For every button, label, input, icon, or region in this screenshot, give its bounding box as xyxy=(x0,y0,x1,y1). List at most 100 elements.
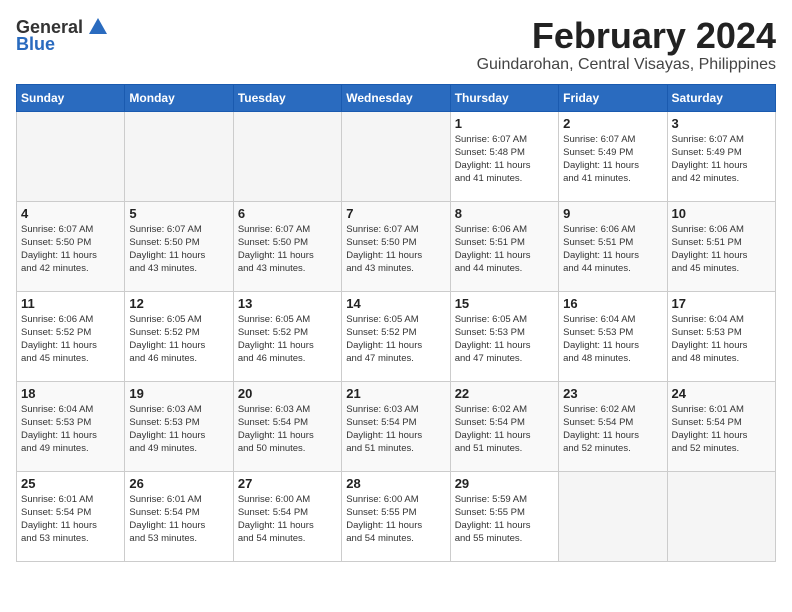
calendar-cell: 13 Sunrise: 6:05 AM Sunset: 5:52 PM Dayli… xyxy=(233,291,341,381)
page-header: General Blue February 2024 Guindarohan, … xyxy=(16,16,776,74)
week-row-2: 11 Sunrise: 6:06 AM Sunset: 5:52 PM Dayli… xyxy=(17,291,776,381)
calendar-cell: 21 Sunrise: 6:03 AM Sunset: 5:54 PM Dayli… xyxy=(342,381,450,471)
week-row-3: 18 Sunrise: 6:04 AM Sunset: 5:53 PM Dayli… xyxy=(17,381,776,471)
day-info: Sunrise: 6:06 AM Sunset: 5:51 PM Dayligh… xyxy=(455,223,554,276)
day-info: Sunrise: 6:00 AM Sunset: 5:54 PM Dayligh… xyxy=(238,493,337,546)
calendar-cell: 24 Sunrise: 6:01 AM Sunset: 5:54 PM Dayli… xyxy=(667,381,775,471)
day-info: Sunrise: 6:05 AM Sunset: 5:52 PM Dayligh… xyxy=(129,313,228,366)
calendar-cell: 25 Sunrise: 6:01 AM Sunset: 5:54 PM Dayli… xyxy=(17,471,125,561)
calendar-cell: 29 Sunrise: 5:59 AM Sunset: 5:55 PM Dayli… xyxy=(450,471,558,561)
day-number: 18 xyxy=(21,386,120,401)
day-info: Sunrise: 5:59 AM Sunset: 5:55 PM Dayligh… xyxy=(455,493,554,546)
day-number: 5 xyxy=(129,206,228,221)
day-number: 6 xyxy=(238,206,337,221)
day-number: 11 xyxy=(21,296,120,311)
day-info: Sunrise: 6:04 AM Sunset: 5:53 PM Dayligh… xyxy=(21,403,120,456)
day-number: 15 xyxy=(455,296,554,311)
day-number: 25 xyxy=(21,476,120,491)
logo: General Blue xyxy=(16,16,109,55)
week-row-1: 4 Sunrise: 6:07 AM Sunset: 5:50 PM Daylig… xyxy=(17,201,776,291)
day-number: 22 xyxy=(455,386,554,401)
day-number: 19 xyxy=(129,386,228,401)
calendar-cell: 15 Sunrise: 6:05 AM Sunset: 5:53 PM Dayli… xyxy=(450,291,558,381)
day-number: 28 xyxy=(346,476,445,491)
calendar-cell: 1 Sunrise: 6:07 AM Sunset: 5:48 PM Daylig… xyxy=(450,111,558,201)
day-number: 24 xyxy=(672,386,771,401)
day-number: 12 xyxy=(129,296,228,311)
day-info: Sunrise: 6:07 AM Sunset: 5:50 PM Dayligh… xyxy=(21,223,120,276)
calendar-cell: 5 Sunrise: 6:07 AM Sunset: 5:50 PM Daylig… xyxy=(125,201,233,291)
calendar-cell: 23Sunrise: 6:02 AM Sunset: 5:54 PM Dayli… xyxy=(559,381,667,471)
day-info: Sunrise: 6:02 AM Sunset: 5:54 PM Dayligh… xyxy=(455,403,554,456)
calendar-cell: 2 Sunrise: 6:07 AM Sunset: 5:49 PM Daylig… xyxy=(559,111,667,201)
day-info: Sunrise: 6:05 AM Sunset: 5:52 PM Dayligh… xyxy=(238,313,337,366)
day-number: 8 xyxy=(455,206,554,221)
day-number: 1 xyxy=(455,116,554,131)
header-tuesday: Tuesday xyxy=(233,84,341,111)
calendar-cell: 28Sunrise: 6:00 AM Sunset: 5:55 PM Dayli… xyxy=(342,471,450,561)
day-info: Sunrise: 6:07 AM Sunset: 5:50 PM Dayligh… xyxy=(238,223,337,276)
day-info: Sunrise: 6:05 AM Sunset: 5:53 PM Dayligh… xyxy=(455,313,554,366)
day-info: Sunrise: 6:03 AM Sunset: 5:54 PM Dayligh… xyxy=(238,403,337,456)
calendar-cell: 11 Sunrise: 6:06 AM Sunset: 5:52 PM Dayli… xyxy=(17,291,125,381)
header-monday: Monday xyxy=(125,84,233,111)
day-number: 13 xyxy=(238,296,337,311)
day-info: Sunrise: 6:07 AM Sunset: 5:49 PM Dayligh… xyxy=(672,133,771,186)
header-friday: Friday xyxy=(559,84,667,111)
calendar-cell: 17 Sunrise: 6:04 AM Sunset: 5:53 PM Dayli… xyxy=(667,291,775,381)
calendar-cell xyxy=(17,111,125,201)
day-number: 2 xyxy=(563,116,662,131)
calendar-cell: 14 Sunrise: 6:05 AM Sunset: 5:52 PM Dayli… xyxy=(342,291,450,381)
day-number: 9 xyxy=(563,206,662,221)
day-number: 4 xyxy=(21,206,120,221)
day-number: 29 xyxy=(455,476,554,491)
day-info: Sunrise: 6:07 AM Sunset: 5:50 PM Dayligh… xyxy=(346,223,445,276)
day-info: Sunrise: 6:01 AM Sunset: 5:54 PM Dayligh… xyxy=(672,403,771,456)
day-info: Sunrise: 6:06 AM Sunset: 5:51 PM Dayligh… xyxy=(672,223,771,276)
day-number: 10 xyxy=(672,206,771,221)
calendar-cell xyxy=(342,111,450,201)
calendar-cell xyxy=(125,111,233,201)
calendar-cell xyxy=(667,471,775,561)
day-info: Sunrise: 6:06 AM Sunset: 5:52 PM Dayligh… xyxy=(21,313,120,366)
calendar-cell: 10 Sunrise: 6:06 AM Sunset: 5:51 PM Dayli… xyxy=(667,201,775,291)
calendar-cell: 12 Sunrise: 6:05 AM Sunset: 5:52 PM Dayli… xyxy=(125,291,233,381)
calendar-cell: 3Sunrise: 6:07 AM Sunset: 5:49 PM Daylig… xyxy=(667,111,775,201)
calendar-cell: 22 Sunrise: 6:02 AM Sunset: 5:54 PM Dayli… xyxy=(450,381,558,471)
day-info: Sunrise: 6:01 AM Sunset: 5:54 PM Dayligh… xyxy=(129,493,228,546)
day-number: 16 xyxy=(563,296,662,311)
day-number: 7 xyxy=(346,206,445,221)
day-info: Sunrise: 6:04 AM Sunset: 5:53 PM Dayligh… xyxy=(672,313,771,366)
day-number: 27 xyxy=(238,476,337,491)
calendar-cell xyxy=(233,111,341,201)
calendar-cell: 16 Sunrise: 6:04 AM Sunset: 5:53 PM Dayli… xyxy=(559,291,667,381)
day-info: Sunrise: 6:05 AM Sunset: 5:52 PM Dayligh… xyxy=(346,313,445,366)
location-title: Guindarohan, Central Visayas, Philippine… xyxy=(477,56,776,74)
day-number: 21 xyxy=(346,386,445,401)
day-info: Sunrise: 6:07 AM Sunset: 5:48 PM Dayligh… xyxy=(455,133,554,186)
header-sunday: Sunday xyxy=(17,84,125,111)
day-info: Sunrise: 6:07 AM Sunset: 5:50 PM Dayligh… xyxy=(129,223,228,276)
calendar-cell: 6 Sunrise: 6:07 AM Sunset: 5:50 PM Daylig… xyxy=(233,201,341,291)
logo-blue: Blue xyxy=(16,34,55,55)
logo-icon xyxy=(87,16,109,38)
calendar-cell: 4 Sunrise: 6:07 AM Sunset: 5:50 PM Daylig… xyxy=(17,201,125,291)
day-number: 20 xyxy=(238,386,337,401)
day-info: Sunrise: 6:01 AM Sunset: 5:54 PM Dayligh… xyxy=(21,493,120,546)
calendar-cell: 27 Sunrise: 6:00 AM Sunset: 5:54 PM Dayli… xyxy=(233,471,341,561)
day-info: Sunrise: 6:03 AM Sunset: 5:54 PM Dayligh… xyxy=(346,403,445,456)
day-number: 14 xyxy=(346,296,445,311)
title-area: February 2024 Guindarohan, Central Visay… xyxy=(477,16,776,74)
month-title: February 2024 xyxy=(477,16,776,56)
day-number: 26 xyxy=(129,476,228,491)
calendar-cell: 18 Sunrise: 6:04 AM Sunset: 5:53 PM Dayli… xyxy=(17,381,125,471)
day-info: Sunrise: 6:04 AM Sunset: 5:53 PM Dayligh… xyxy=(563,313,662,366)
day-number: 17 xyxy=(672,296,771,311)
day-info: Sunrise: 6:02 AM Sunset: 5:54 PM Dayligh… xyxy=(563,403,662,456)
day-info: Sunrise: 6:07 AM Sunset: 5:49 PM Dayligh… xyxy=(563,133,662,186)
week-row-0: 1 Sunrise: 6:07 AM Sunset: 5:48 PM Daylig… xyxy=(17,111,776,201)
week-row-4: 25 Sunrise: 6:01 AM Sunset: 5:54 PM Dayli… xyxy=(17,471,776,561)
day-info: Sunrise: 6:03 AM Sunset: 5:53 PM Dayligh… xyxy=(129,403,228,456)
calendar-cell: 9Sunrise: 6:06 AM Sunset: 5:51 PM Daylig… xyxy=(559,201,667,291)
calendar-cell: 26 Sunrise: 6:01 AM Sunset: 5:54 PM Dayli… xyxy=(125,471,233,561)
